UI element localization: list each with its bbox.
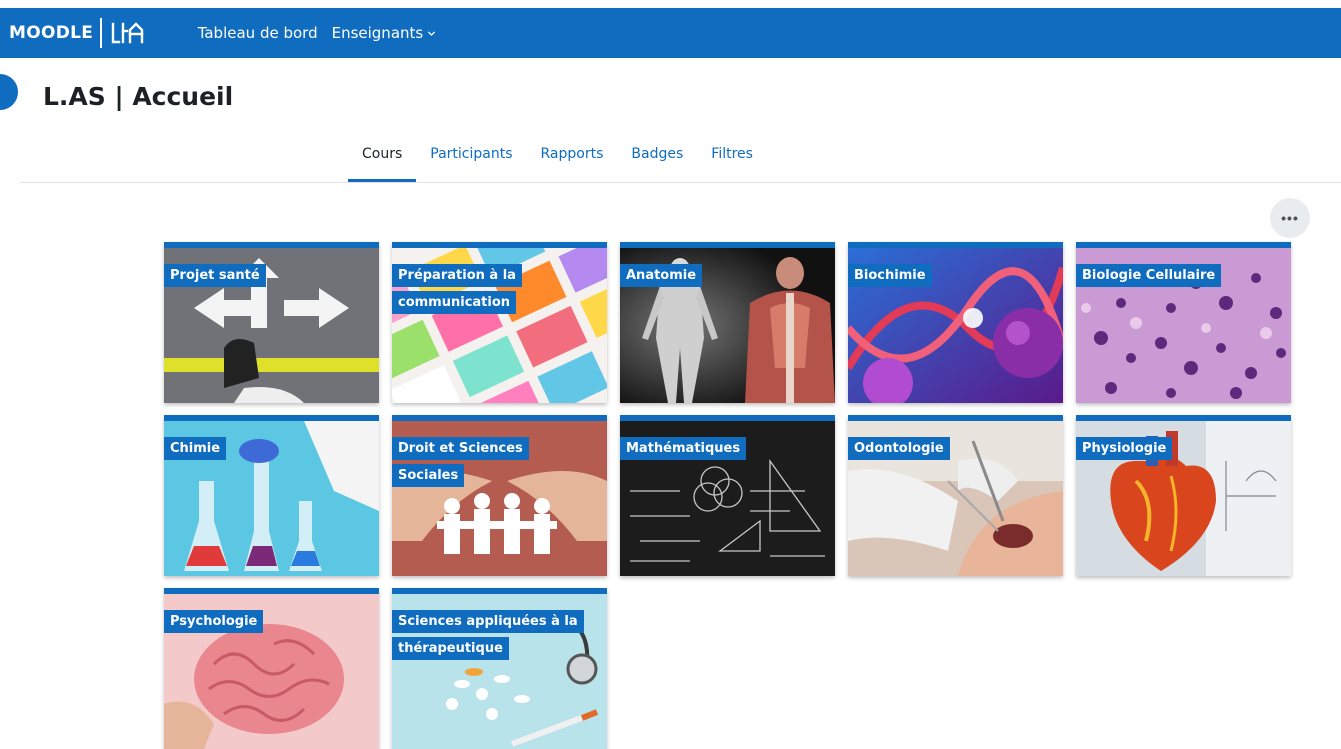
course-index-drawer-toggle[interactable] — [0, 74, 18, 110]
course-card-title: Sciences appliquées à la thérapeutique — [392, 608, 592, 662]
tab-participants[interactable]: Participants — [416, 136, 526, 182]
course-card-sciences-appliquees-therapeutique[interactable]: Sciences appliquées à la thérapeutique — [392, 588, 607, 749]
course-card-title: Physiologie — [1076, 435, 1173, 462]
brand-name: MOODLE — [9, 23, 94, 43]
university-logo-icon — [111, 22, 143, 44]
course-card-title: Droit et Sciences Sociales — [392, 435, 592, 489]
tab-courses[interactable]: Cours — [348, 136, 417, 182]
course-card-title: Psychologie — [164, 608, 264, 635]
course-card-title: Préparation à la communication — [392, 262, 592, 316]
chevron-down-icon — [428, 30, 436, 36]
course-card-title: Anatomie — [620, 262, 703, 289]
course-card-psychologie[interactable]: Psychologie — [164, 588, 379, 749]
course-card-title: Projet santé — [164, 262, 266, 289]
course-card-preparation-communication[interactable]: Préparation à la communication — [392, 242, 607, 403]
course-card-title: Mathématiques — [620, 435, 747, 462]
more-actions-button[interactable]: ••• — [1270, 198, 1310, 238]
secondary-navigation-tabs: Cours Participants Rapports Badges Filtr… — [348, 136, 767, 182]
course-title-text: Biochimie — [848, 264, 932, 287]
nav-teachers-dropdown[interactable]: Enseignants — [332, 24, 437, 42]
course-card-title: Biologie Cellulaire — [1076, 262, 1222, 289]
course-title-text: Psychologie — [164, 610, 264, 633]
primary-navigation: Tableau de bord Enseignants — [198, 24, 451, 42]
course-title-text: Préparation à la communication — [392, 264, 522, 314]
course-title-text: Mathématiques — [620, 437, 747, 460]
tabs-divider — [20, 182, 1341, 183]
course-title-text: Anatomie — [620, 264, 703, 287]
course-card-biologie-cellulaire[interactable]: Biologie Cellulaire — [1076, 242, 1291, 403]
brand-divider — [100, 18, 102, 48]
course-title-text: Biologie Cellulaire — [1076, 264, 1222, 287]
course-card-odontologie[interactable]: Odontologie — [848, 415, 1063, 576]
tab-badges[interactable]: Badges — [617, 136, 697, 182]
nav-dashboard-link[interactable]: Tableau de bord — [198, 24, 318, 42]
course-card-mathematiques[interactable]: Mathématiques — [620, 415, 835, 576]
nav-teachers-label: Enseignants — [331, 24, 424, 42]
tab-filters[interactable]: Filtres — [697, 136, 767, 182]
nav-dashboard-label: Tableau de bord — [197, 24, 318, 42]
course-title-text: Physiologie — [1076, 437, 1173, 460]
course-title-text: Droit et Sciences Sociales — [392, 437, 529, 487]
course-title-text: Chimie — [164, 437, 227, 460]
course-card-title: Biochimie — [848, 262, 932, 289]
top-navbar: MOODLE Tableau de bord Enseignants — [0, 8, 1341, 58]
course-card-biochimie[interactable]: Biochimie — [848, 242, 1063, 403]
course-card-chimie[interactable]: Chimie — [164, 415, 379, 576]
page-title: L.AS | Accueil — [43, 82, 234, 111]
course-card-title: Chimie — [164, 435, 227, 462]
course-card-anatomie[interactable]: Anatomie — [620, 242, 835, 403]
tab-reports[interactable]: Rapports — [527, 136, 618, 182]
course-card-projet-sante[interactable]: Projet santé — [164, 242, 379, 403]
course-card-physiologie[interactable]: Physiologie — [1076, 415, 1291, 576]
site-brand[interactable]: MOODLE — [0, 8, 144, 58]
course-card-droit-sciences-sociales[interactable]: Droit et Sciences Sociales — [392, 415, 607, 576]
course-title-text: Sciences appliquées à la thérapeutique — [392, 610, 584, 660]
course-title-text: Odontologie — [848, 437, 950, 460]
course-card-title: Odontologie — [848, 435, 950, 462]
course-title-text: Projet santé — [164, 264, 266, 287]
